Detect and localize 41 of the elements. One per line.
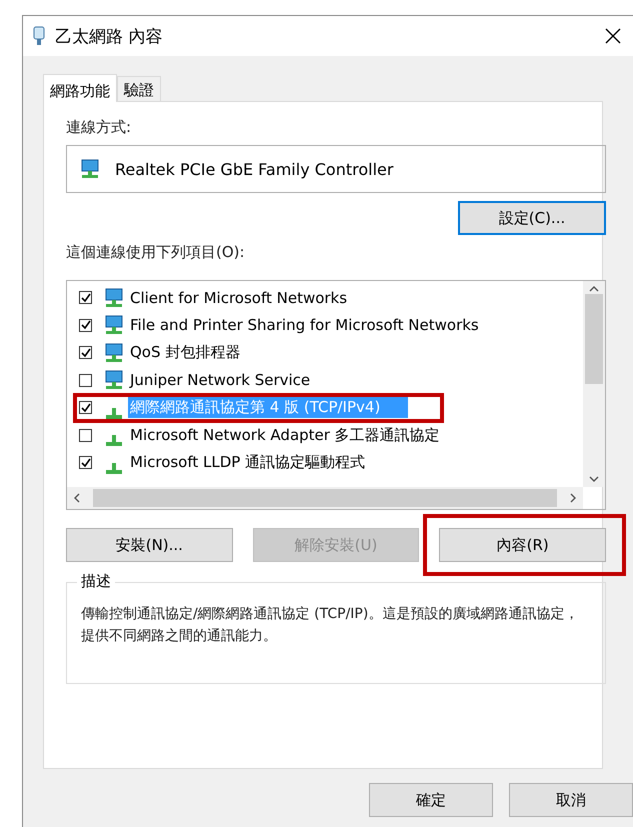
- tab[interactable]: 網路功能: [43, 74, 117, 102]
- checkbox[interactable]: [79, 291, 92, 304]
- checkbox[interactable]: [79, 318, 92, 332]
- adapter-field: Realtek PCIe GbE Family Controller: [66, 145, 606, 193]
- scroll-down-icon[interactable]: [589, 475, 599, 483]
- list-item[interactable]: Microsoft LLDP 通訊協定驅動程式: [128, 452, 368, 474]
- horizontal-scrollbar[interactable]: [67, 487, 583, 509]
- scroll-up-icon[interactable]: [589, 285, 599, 293]
- action-button[interactable]: 安裝(N)...: [66, 528, 233, 562]
- items-label: 這個連線使用下列項目(O):: [66, 243, 246, 262]
- list-item[interactable]: Juniper Network Service: [128, 370, 312, 390]
- description-title: 描述: [77, 572, 115, 591]
- checkbox[interactable]: [79, 456, 92, 470]
- vertical-scrollbar[interactable]: [583, 281, 605, 487]
- list-item[interactable]: File and Printer Sharing for Microsoft Networks: [128, 315, 481, 336]
- protocol-icon: [106, 435, 122, 446]
- network-computer-icon: [103, 342, 125, 364]
- list-item[interactable]: Microsoft Network Adapter 多工器通訊協定: [128, 424, 442, 446]
- protocol-icon: [106, 408, 122, 419]
- dialog-button[interactable]: 確定: [369, 783, 493, 817]
- dialog-button[interactable]: 取消: [509, 783, 633, 817]
- checkbox[interactable]: [79, 346, 92, 360]
- description-text: 傳輸控制通訊協定/網際網路通訊協定 (TCP/IP)。這是預設的廣域網路通訊協定，提供不同網路之間的通訊能力。: [81, 605, 580, 646]
- checkbox[interactable]: [79, 374, 92, 387]
- checkbox[interactable]: [79, 428, 92, 442]
- scroll-left-icon[interactable]: [73, 493, 81, 503]
- ethernet-plug-icon: [33, 26, 45, 46]
- configure-button[interactable]: 設定(C)...: [458, 201, 606, 235]
- network-computer-icon: [79, 158, 101, 180]
- network-computer-icon: [103, 369, 125, 392]
- network-computer-icon: [103, 314, 125, 336]
- connection-label: 連線方式:: [66, 118, 132, 137]
- checkbox[interactable]: [79, 401, 92, 414]
- list-item[interactable]: QoS 封包排程器: [128, 342, 242, 364]
- list-item[interactable]: Client for Microsoft Networks: [128, 288, 350, 308]
- action-button[interactable]: 內容(R): [439, 528, 606, 562]
- scroll-right-icon[interactable]: [569, 493, 577, 503]
- protocol-icon: [106, 462, 122, 474]
- window-title: 乙太網路 內容: [55, 26, 164, 48]
- network-computer-icon: [103, 286, 125, 309]
- tab[interactable]: 驗證: [117, 76, 161, 101]
